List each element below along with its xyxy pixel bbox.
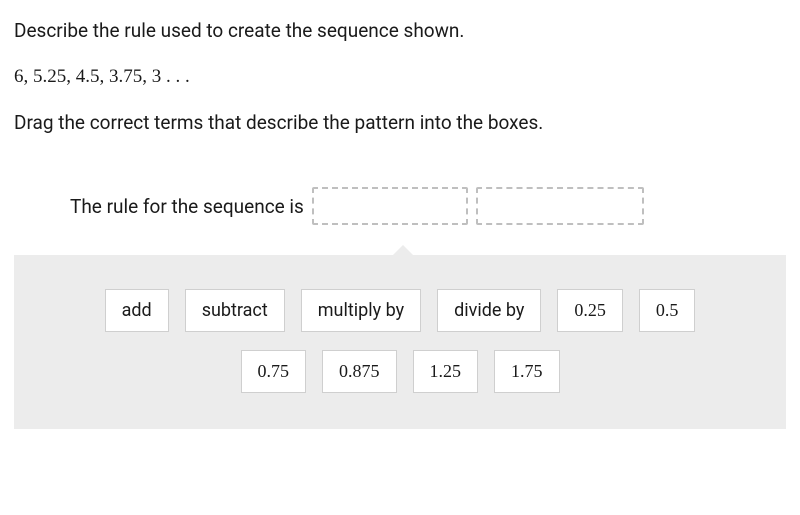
tile-add[interactable]: add	[105, 289, 169, 332]
tile-0-75[interactable]: 0.75	[241, 350, 307, 393]
tile-0-5[interactable]: 0.5	[639, 289, 696, 332]
sentence-lead-text: The rule for the sequence is	[70, 195, 304, 218]
tile-row-2: 0.75 0.875 1.25 1.75	[42, 350, 758, 393]
instruction-line-2: Drag the correct terms that describe the…	[14, 110, 786, 136]
tile-1-75[interactable]: 1.75	[494, 350, 560, 393]
drop-target-value[interactable]	[476, 187, 644, 225]
drop-target-operation[interactable]	[312, 187, 468, 225]
instruction-line-1: Describe the rule used to create the seq…	[14, 18, 786, 44]
tile-0-875[interactable]: 0.875	[322, 350, 397, 393]
question-container: Describe the rule used to create the seq…	[0, 0, 800, 429]
tile-0-25[interactable]: 0.25	[557, 289, 623, 332]
tile-row-1: add subtract multiply by divide by 0.25 …	[42, 289, 758, 332]
tile-divide-by[interactable]: divide by	[437, 289, 541, 332]
interactive-area: The rule for the sequence is add subtrac…	[14, 159, 786, 429]
tile-multiply-by[interactable]: multiply by	[301, 289, 421, 332]
sequence-display: 6, 5.25, 4.5, 3.75, 3 . . .	[14, 66, 786, 88]
tile-tray: add subtract multiply by divide by 0.25 …	[14, 255, 786, 429]
answer-sentence: The rule for the sequence is	[14, 159, 786, 255]
tile-1-25[interactable]: 1.25	[413, 350, 479, 393]
tile-subtract[interactable]: subtract	[185, 289, 285, 332]
